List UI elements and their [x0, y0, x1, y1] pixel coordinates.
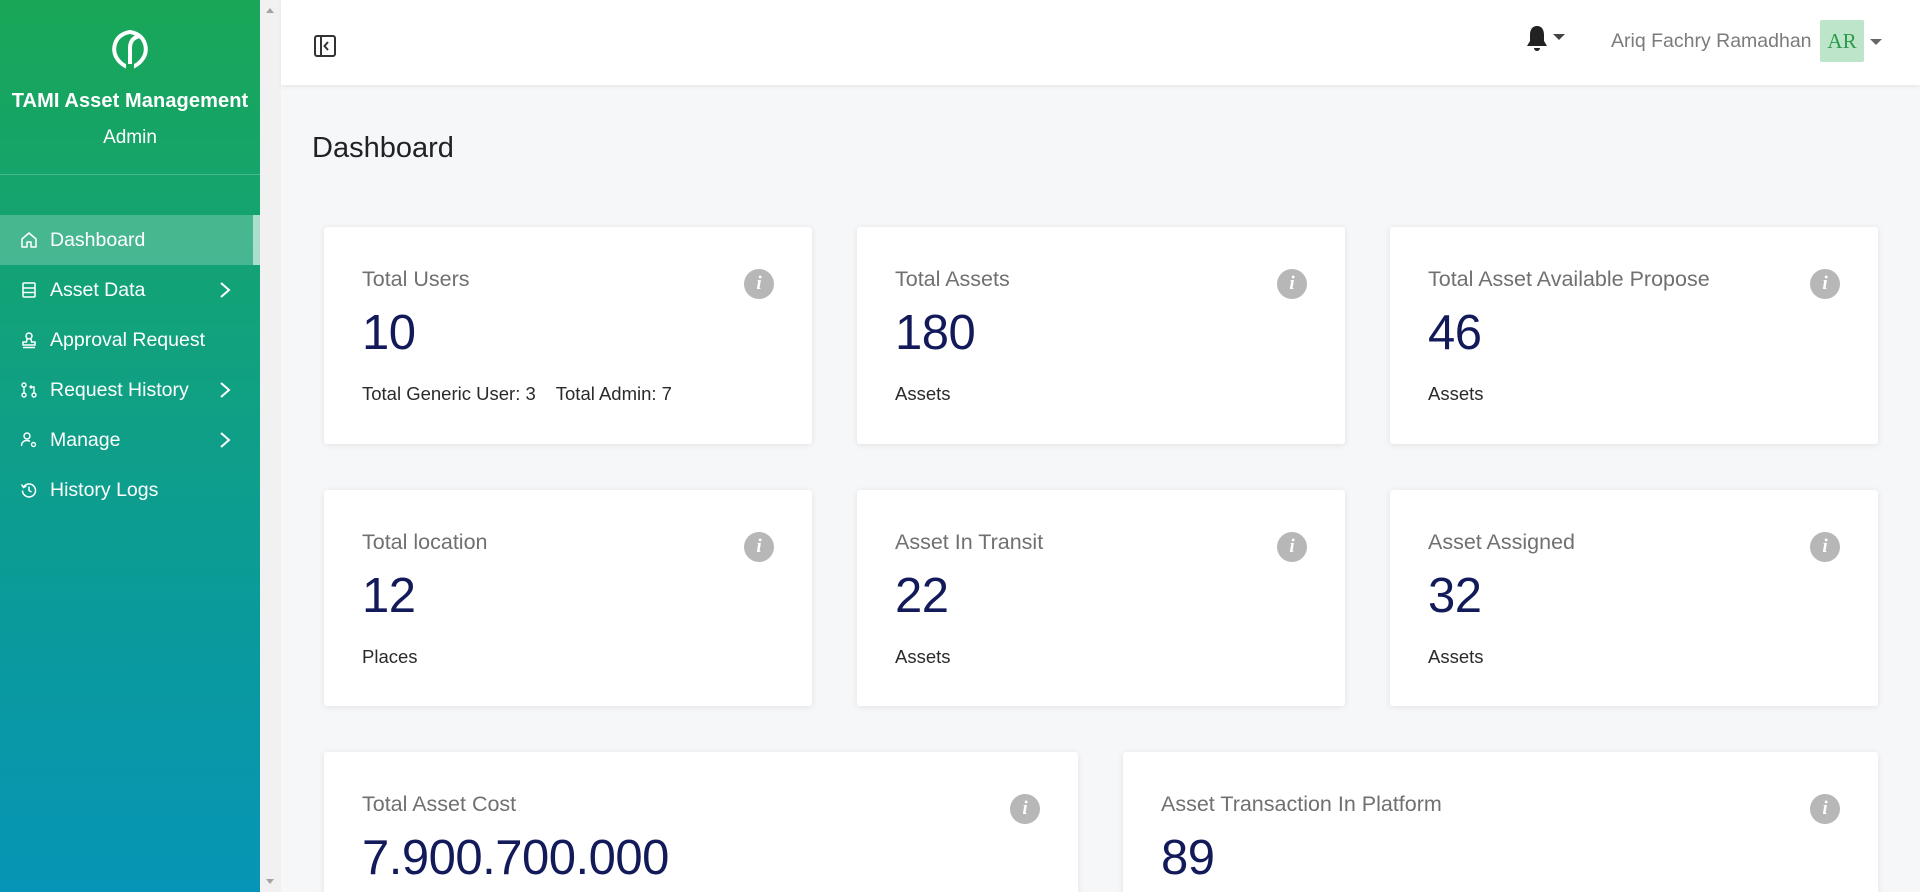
git-pull-icon — [20, 381, 38, 399]
card-label: Total Asset Cost — [362, 792, 517, 816]
user-menu-caret-icon[interactable] — [1870, 39, 1882, 45]
card-value: 89 — [1161, 831, 1215, 885]
scroll-up-arrow-icon[interactable] — [266, 8, 274, 13]
notification-bell-icon[interactable] — [1523, 22, 1567, 54]
generic-user-count: Total Generic User: 3 — [362, 383, 536, 404]
card-sub: Places — [362, 646, 418, 667]
sidebar-item-label: History Logs — [50, 478, 159, 501]
card-asset-assigned: Asset Assigned i 32 Assets — [1390, 490, 1878, 706]
info-icon[interactable]: i — [1277, 532, 1307, 562]
user-name[interactable]: Ariq Fachry Ramadhan — [1611, 30, 1812, 53]
info-icon[interactable]: i — [1810, 532, 1840, 562]
user-gear-icon — [20, 431, 38, 449]
card-total-users: Total Users i 10 Total Generic User: 3 To… — [324, 227, 812, 444]
card-total-asset-cost: Total Asset Cost i 7.900.700.000 — [324, 752, 1078, 892]
card-label: Total location — [362, 530, 488, 554]
info-icon[interactable]: i — [1010, 794, 1040, 824]
info-icon[interactable]: i — [744, 269, 774, 299]
brand: TAMI Asset Management Admin — [0, 0, 260, 175]
card-value: 12 — [362, 569, 416, 623]
leaf-logo-icon — [112, 29, 148, 74]
scroll-down-arrow-icon[interactable] — [266, 879, 274, 884]
card-asset-transactions: Asset Transaction In Platform i 89 — [1123, 752, 1878, 892]
sidebar-item-dashboard[interactable]: Dashboard — [0, 215, 260, 265]
card-label: Asset In Transit — [895, 530, 1044, 554]
database-icon — [20, 281, 38, 299]
sidebar-item-history-logs[interactable]: History Logs — [0, 465, 260, 515]
history-icon — [20, 481, 38, 499]
card-value: 10 — [362, 306, 416, 360]
info-icon[interactable]: i — [1810, 794, 1840, 824]
card-sub: Total Generic User: 3 Total Admin: 7 — [362, 383, 672, 405]
card-total-assets: Total Assets i 180 Assets — [857, 227, 1345, 444]
sidebar-item-asset-data[interactable]: Asset Data — [0, 265, 260, 315]
card-sub: Assets — [895, 383, 951, 404]
card-label: Asset Assigned — [1428, 530, 1576, 554]
sidebar-item-label: Approval Request — [50, 328, 206, 351]
card-value: 22 — [895, 569, 949, 623]
chevron-right-icon — [220, 382, 231, 398]
sidebar-item-request-history[interactable]: Request History — [0, 365, 260, 415]
brand-subtitle: Admin — [103, 127, 157, 148]
sidebar-nav: Dashboard Asset Data Approval Request Re… — [0, 215, 260, 515]
home-icon — [20, 231, 38, 249]
chevron-right-icon — [220, 282, 231, 298]
card-total-location: Total location i 12 Places — [324, 490, 812, 706]
sidebar-scrollbar[interactable] — [260, 0, 281, 892]
card-sub: Assets — [1428, 646, 1484, 667]
card-asset-in-transit: Asset In Transit i 22 Assets — [857, 490, 1345, 706]
card-label: Total Asset Available Propose — [1428, 267, 1710, 291]
sidebar-item-label: Manage — [50, 428, 121, 451]
sidebar-item-label: Asset Data — [50, 278, 146, 301]
sidebar-item-approval-request[interactable]: Approval Request — [0, 315, 260, 365]
brand-title: TAMI Asset Management — [11, 90, 249, 112]
sidebar-item-label: Dashboard — [50, 228, 146, 251]
card-label: Asset Transaction In Platform — [1161, 792, 1442, 816]
sidebar: TAMI Asset Management Admin Dashboard As… — [0, 0, 260, 892]
card-value: 46 — [1428, 306, 1482, 360]
sidebar-toggle-icon[interactable] — [313, 34, 337, 58]
sidebar-item-manage[interactable]: Manage — [0, 415, 260, 465]
topbar: Ariq Fachry Ramadhan AR — [281, 0, 1920, 85]
card-total-available: Total Asset Available Propose i 46 Asset… — [1390, 227, 1878, 444]
avatar[interactable]: AR — [1820, 20, 1864, 62]
card-value: 7.900.700.000 — [362, 831, 669, 885]
info-icon[interactable]: i — [1277, 269, 1307, 299]
card-sub: Assets — [895, 646, 951, 667]
info-icon[interactable]: i — [1810, 269, 1840, 299]
sidebar-item-label: Request History — [50, 378, 189, 401]
stamp-icon — [20, 331, 38, 349]
card-label: Total Assets — [895, 267, 1010, 291]
card-value: 32 — [1428, 569, 1482, 623]
info-icon[interactable]: i — [744, 532, 774, 562]
card-value: 180 — [895, 306, 976, 360]
card-sub: Assets — [1428, 383, 1484, 404]
admin-count: Total Admin: 7 — [555, 383, 672, 404]
chevron-right-icon — [220, 432, 231, 448]
page-title: Dashboard — [312, 132, 454, 164]
card-label: Total Users — [362, 267, 470, 291]
